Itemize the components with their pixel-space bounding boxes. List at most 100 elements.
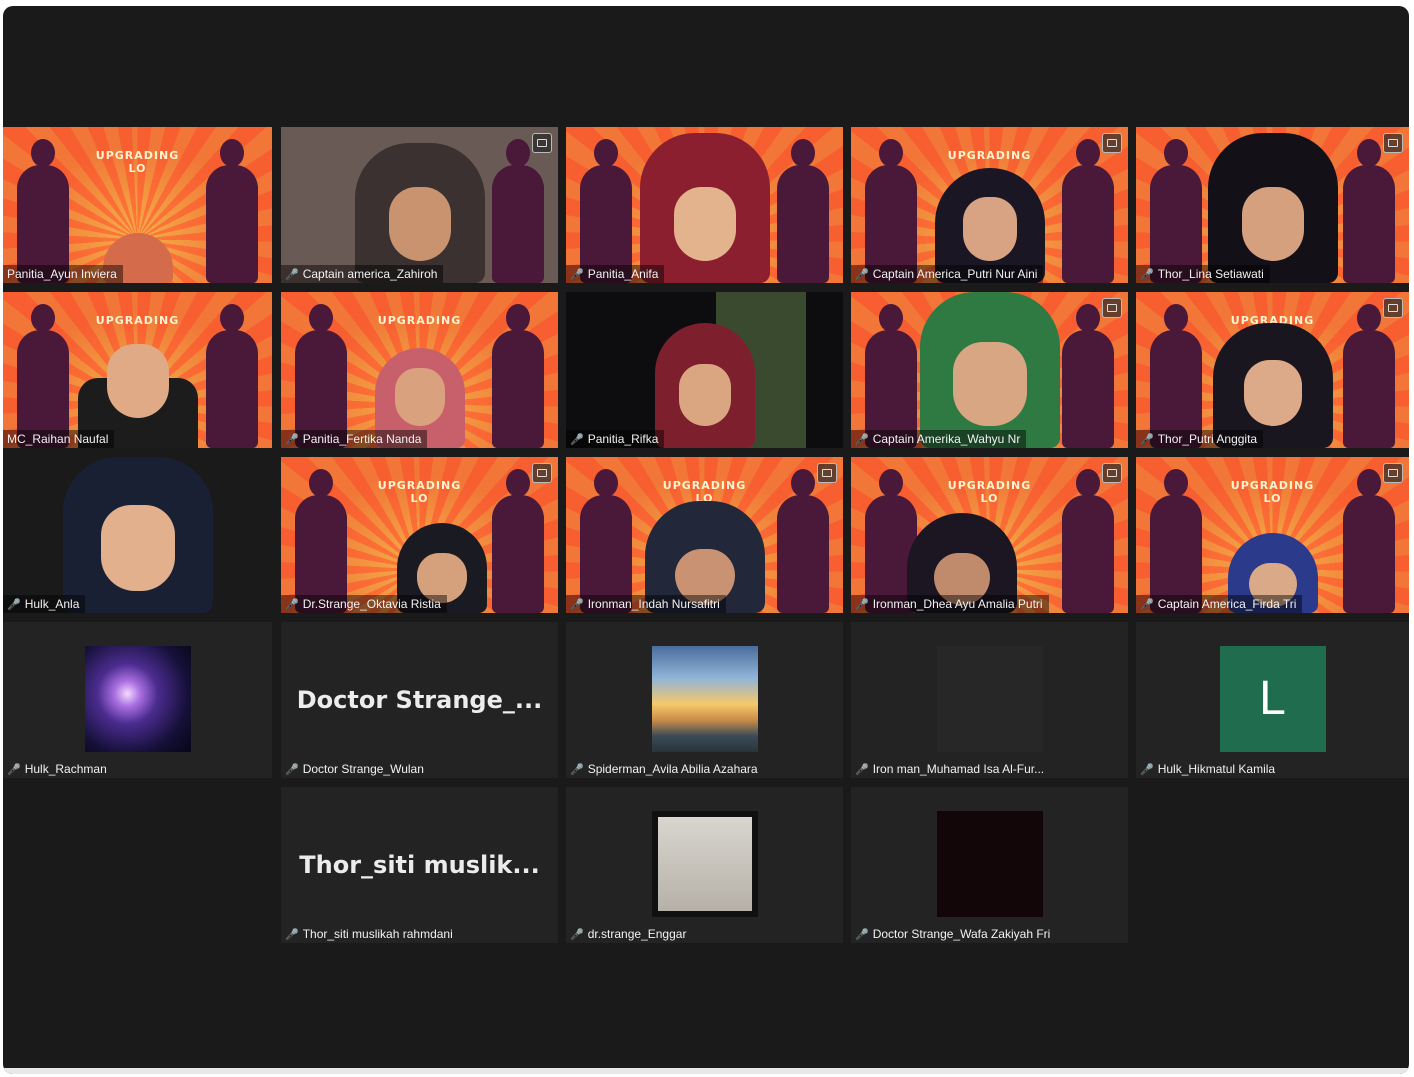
mic-muted-icon: 🎤 [7, 599, 21, 611]
video-tile[interactable]: UPGRADING LO 🎤 Ironman_Indah Nursafitri [566, 457, 843, 613]
hero-silhouette [1062, 495, 1114, 613]
participant-name: 🎤 Thor_Lina Setiawati [1136, 265, 1270, 283]
mic-muted-icon: 🎤 [855, 269, 869, 281]
camera-icon [532, 133, 552, 153]
video-tile[interactable]: 🎤 Thor_Lina Setiawati [1136, 127, 1409, 283]
mic-muted-icon: 🎤 [285, 929, 299, 941]
hero-silhouette [1062, 165, 1114, 283]
participant-name: 🎤 Thor_siti muslikah rahmdani [281, 925, 459, 943]
participant-name: 🎤 dr.strange_Enggar [566, 925, 692, 943]
banner-title: UPGRADING LO [377, 479, 462, 505]
banner-title: UPGRADING LO [95, 149, 180, 175]
avatar-tile[interactable]: 🎤 Spiderman_Avila Abilia Azahara [566, 622, 843, 778]
avatar-tile[interactable]: L 🎤 Hulk_Hikmatul Kamila [1136, 622, 1409, 778]
banner-title: UPGRADING LO [947, 479, 1032, 505]
avatar-tile[interactable]: 🎤 Hulk_Rachman [3, 622, 272, 778]
participant-name: 🎤 Captain America_Putri Nur Aini [851, 265, 1044, 283]
hero-silhouette [777, 165, 829, 283]
avatar-tile[interactable]: 🎤 dr.strange_Enggar [566, 787, 843, 943]
mic-muted-icon: 🎤 [855, 764, 869, 776]
participant-name: 🎤 Ironman_Dhea Ayu Amalia Putri [851, 595, 1049, 613]
video-tile[interactable]: UPGRADING LO 🎤 Captain America_Firda Tri [1136, 457, 1409, 613]
mic-muted-icon: 🎤 [855, 929, 869, 941]
participant-video [1208, 318, 1338, 448]
camera-icon [1102, 298, 1122, 318]
mic-muted-icon: 🎤 [855, 599, 869, 611]
video-tile[interactable]: 🎤 Hulk_Anla [3, 457, 272, 613]
participant-name: 🎤 Captain Amerika_Wahyu Nr [851, 430, 1027, 448]
hero-silhouette [777, 495, 829, 613]
hero-silhouette [492, 495, 544, 613]
mic-muted-icon: 🎤 [7, 764, 21, 776]
avatar-tile[interactable]: 🎤 Doctor Strange_Wafa Zakiyah Fri [851, 787, 1128, 943]
participant-video [350, 143, 490, 283]
hero-silhouette [1343, 165, 1395, 283]
video-tile[interactable]: 🎤 Captain america_Zahiroh [281, 127, 558, 283]
mic-muted-icon: 🎤 [285, 269, 299, 281]
avatar-tile[interactable]: Thor_siti muslik... 🎤 Thor_siti muslikah … [281, 787, 558, 943]
video-tile[interactable]: UPGRADING LO Panitia_Ayun Inviera [3, 127, 272, 283]
participant-video [915, 292, 1065, 448]
banner-title: UPGRADING LO [1230, 479, 1315, 505]
banner-title: UPGRADING [377, 314, 462, 327]
participant-name: 🎤 Panitia_Rifka [566, 430, 665, 448]
participant-video [1203, 133, 1343, 283]
mic-muted-icon: 🎤 [285, 599, 299, 611]
video-tile[interactable]: UPGRADING 🎤 Thor_Putri Anggita [1136, 292, 1409, 448]
participant-name: 🎤 Spiderman_Avila Abilia Azahara [566, 760, 764, 778]
hero-silhouette [206, 165, 258, 283]
participant-name: 🎤 Hulk_Anla [3, 595, 86, 613]
camera-icon [1383, 133, 1403, 153]
video-tile[interactable]: UPGRADING LO 🎤 Dr.Strange_Oktavia Ristia [281, 457, 558, 613]
camera-icon [1102, 133, 1122, 153]
participant-display-name: Doctor Strange_... [296, 686, 543, 714]
participant-video [53, 457, 223, 613]
hero-silhouette [1062, 330, 1114, 448]
hero-silhouette [492, 330, 544, 448]
mic-muted-icon: 🎤 [1140, 599, 1154, 611]
mic-muted-icon: 🎤 [1140, 764, 1154, 776]
video-tile[interactable]: UPGRADING MC_Raihan Naufal [3, 292, 272, 448]
mic-muted-icon: 🎤 [285, 434, 299, 446]
mic-muted-icon: 🎤 [1140, 434, 1154, 446]
video-tile[interactable]: 🎤 Panitia_Rifka [566, 292, 843, 448]
profile-picture [651, 646, 758, 752]
participant-display-name: Thor_siti muslik... [299, 851, 540, 879]
participant-name: 🎤 Captain america_Zahiroh [281, 265, 444, 283]
camera-icon [532, 463, 552, 483]
hero-silhouette [1343, 495, 1395, 613]
participant-video [635, 133, 775, 283]
participant-name: 🎤 Iron man_Muhamad Isa Al-Fur... [851, 760, 1050, 778]
participant-name: Panitia_Ayun Inviera [3, 265, 123, 283]
participant-name: 🎤 Dr.Strange_Oktavia Ristia [281, 595, 447, 613]
video-tile[interactable]: 🎤 Panitia_Anifa [566, 127, 843, 283]
participant-name: 🎤 Hulk_Rachman [3, 760, 113, 778]
profile-picture [651, 811, 758, 917]
video-tile[interactable]: UPGRADING 🎤 Captain America_Putri Nur Ain… [851, 127, 1128, 283]
zoom-gallery-window: UPGRADING LO Panitia_Ayun Inviera 🎤 Captai… [3, 6, 1409, 1074]
participant-video [68, 298, 208, 448]
mic-muted-icon: 🎤 [285, 764, 299, 776]
participant-name: 🎤 Ironman_Indah Nursafitri [566, 595, 726, 613]
participant-name: 🎤 Doctor Strange_Wafa Zakiyah Fri [851, 925, 1056, 943]
camera-icon [1102, 463, 1122, 483]
mic-muted-icon: 🎤 [570, 599, 584, 611]
participant-name: 🎤 Captain America_Firda Tri [1136, 595, 1303, 613]
participant-name: MC_Raihan Naufal [3, 430, 115, 448]
video-tile[interactable]: UPGRADING LO 🎤 Ironman_Dhea Ayu Amalia Put… [851, 457, 1128, 613]
mic-muted-icon: 🎤 [570, 434, 584, 446]
avatar-tile[interactable]: Doctor Strange_... 🎤 Doctor Strange_Wulan [281, 622, 558, 778]
participant-name: 🎤 Thor_Putri Anggita [1136, 430, 1264, 448]
profile-picture [84, 646, 191, 752]
letter-avatar: L [1219, 646, 1326, 752]
participant-video [645, 318, 765, 448]
hero-silhouette [492, 165, 544, 283]
participant-name: 🎤 Panitia_Anifa [566, 265, 665, 283]
video-tile[interactable]: UPGRADING 🎤 Panitia_Fertika Nanda [281, 292, 558, 448]
participant-name: 🎤 Panitia_Fertika Nanda [281, 430, 428, 448]
camera-icon [1383, 298, 1403, 318]
video-tile[interactable]: 🎤 Captain Amerika_Wahyu Nr [851, 292, 1128, 448]
mic-muted-icon: 🎤 [570, 764, 584, 776]
avatar-tile[interactable]: 🎤 Iron man_Muhamad Isa Al-Fur... [851, 622, 1128, 778]
mic-muted-icon: 🎤 [1140, 269, 1154, 281]
